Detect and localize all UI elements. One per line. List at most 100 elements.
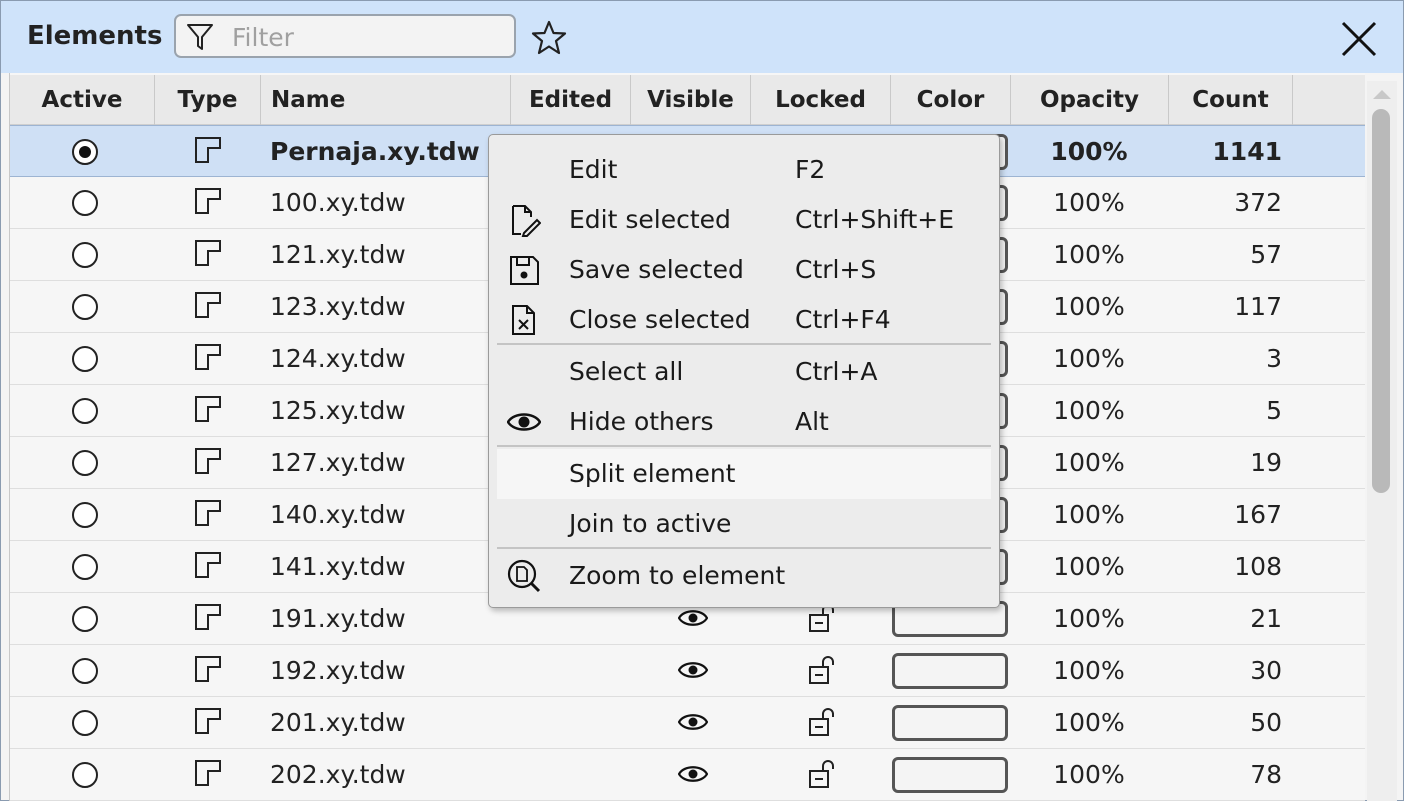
active-radio[interactable] <box>72 658 98 684</box>
scroll-up-arrow-icon[interactable] <box>1371 87 1393 101</box>
menu-item-label: Zoom to element <box>569 561 786 590</box>
opacity-value: 100% <box>1053 396 1125 425</box>
close-document-icon <box>507 303 541 337</box>
menu-item-shortcut: Ctrl+S <box>795 255 877 284</box>
menu-item-close-selected[interactable]: Close selected Ctrl+F4 <box>497 295 991 345</box>
menu-item-shortcut: F2 <box>795 155 826 184</box>
panel-title: Elements <box>27 21 163 51</box>
active-radio[interactable] <box>72 710 98 736</box>
column-header-locked[interactable]: Locked <box>751 75 891 125</box>
element-name: 141.xy.tdw <box>270 552 406 581</box>
element-type-icon <box>194 499 222 527</box>
zoom-document-icon <box>507 559 541 593</box>
opacity-value: 100% <box>1053 552 1125 581</box>
color-swatch[interactable] <box>892 705 1008 741</box>
close-icon[interactable] <box>1339 19 1379 59</box>
count-value: 117 <box>1234 292 1282 321</box>
menu-item-split-element[interactable]: Split element <box>497 449 991 499</box>
menu-item-label: Hide others <box>569 407 714 436</box>
menu-item-label: Split element <box>569 459 736 488</box>
element-type-icon <box>194 291 222 319</box>
opacity-value: 100% <box>1050 137 1128 166</box>
active-radio[interactable] <box>72 139 98 165</box>
element-type-icon <box>194 239 222 267</box>
active-radio[interactable] <box>72 190 98 216</box>
scrollbar-thumb[interactable] <box>1372 109 1390 493</box>
menu-item-shortcut: Ctrl+A <box>795 357 878 386</box>
star-icon[interactable] <box>531 20 567 56</box>
column-header-opacity[interactable]: Opacity <box>1011 75 1169 125</box>
element-name: Pernaja.xy.tdw <box>270 137 480 166</box>
opacity-value: 100% <box>1053 448 1125 477</box>
color-swatch[interactable] <box>892 757 1008 793</box>
element-type-icon <box>194 707 222 735</box>
opacity-value: 100% <box>1053 708 1125 737</box>
menu-item-edit-selected[interactable]: Edit selected Ctrl+Shift+E <box>497 195 991 245</box>
menu-item-label: Close selected <box>569 305 751 334</box>
count-value: 3 <box>1266 344 1282 373</box>
element-name: 121.xy.tdw <box>270 240 406 269</box>
column-header-name[interactable]: Name <box>261 75 511 125</box>
elements-panel: Elements Active Type Name Edited Visible… <box>0 0 1404 801</box>
menu-item-shortcut: Ctrl+F4 <box>795 305 891 334</box>
column-header-count[interactable]: Count <box>1169 75 1293 125</box>
element-name: 202.xy.tdw <box>270 760 406 789</box>
menu-item-shortcut: Ctrl+Shift+E <box>795 205 954 234</box>
count-value: 30 <box>1250 656 1282 685</box>
table-row[interactable]: 192.xy.tdw 100% 30 <box>10 645 1365 697</box>
active-radio[interactable] <box>72 242 98 268</box>
menu-item-select-all[interactable]: Select all Ctrl+A <box>497 347 991 397</box>
color-swatch[interactable] <box>892 653 1008 689</box>
unlocked-icon[interactable] <box>808 707 840 737</box>
opacity-value: 100% <box>1053 240 1125 269</box>
unlocked-icon[interactable] <box>808 759 840 789</box>
filter-input[interactable] <box>232 22 502 52</box>
visible-eye-icon[interactable] <box>677 607 709 629</box>
active-radio[interactable] <box>72 294 98 320</box>
menu-item-label: Edit selected <box>569 205 731 234</box>
element-type-icon <box>194 603 222 631</box>
element-type-icon <box>194 136 222 164</box>
count-value: 167 <box>1234 500 1282 529</box>
column-header-active[interactable]: Active <box>10 75 155 125</box>
menu-item-edit[interactable]: Edit F2 <box>497 145 991 195</box>
unlocked-icon[interactable] <box>808 655 840 685</box>
element-type-icon <box>194 551 222 579</box>
opacity-value: 100% <box>1053 760 1125 789</box>
table-row[interactable]: 202.xy.tdw 100% 78 <box>10 749 1365 801</box>
column-header-color[interactable]: Color <box>891 75 1011 125</box>
visible-eye-icon[interactable] <box>677 763 709 785</box>
count-value: 21 <box>1250 604 1282 633</box>
opacity-value: 100% <box>1053 344 1125 373</box>
active-radio[interactable] <box>72 398 98 424</box>
menu-item-zoom-to-element[interactable]: Zoom to element <box>497 551 991 601</box>
menu-item-save-selected[interactable]: Save selected Ctrl+S <box>497 245 991 295</box>
active-radio[interactable] <box>72 762 98 788</box>
menu-item-join-to-active[interactable]: Join to active <box>497 499 991 549</box>
visible-eye-icon[interactable] <box>677 711 709 733</box>
count-value: 108 <box>1234 552 1282 581</box>
active-radio[interactable] <box>72 450 98 476</box>
menu-item-label: Save selected <box>569 255 744 284</box>
active-radio[interactable] <box>72 502 98 528</box>
menu-item-label: Select all <box>569 357 684 386</box>
element-name: 125.xy.tdw <box>270 396 406 425</box>
filter-icon <box>187 24 213 50</box>
active-radio[interactable] <box>72 606 98 632</box>
table-row[interactable]: 201.xy.tdw 100% 50 <box>10 697 1365 749</box>
filter-box[interactable] <box>174 14 516 58</box>
active-radio[interactable] <box>72 346 98 372</box>
count-value: 5 <box>1266 396 1282 425</box>
column-header-visible[interactable]: Visible <box>631 75 751 125</box>
count-value: 57 <box>1250 240 1282 269</box>
element-name: 191.xy.tdw <box>270 604 406 633</box>
active-radio[interactable] <box>72 554 98 580</box>
element-type-icon <box>194 759 222 787</box>
menu-item-hide-others[interactable]: Hide others Alt <box>497 397 991 447</box>
count-value: 372 <box>1234 188 1282 217</box>
save-icon <box>507 253 541 287</box>
column-header-edited[interactable]: Edited <box>511 75 631 125</box>
visible-eye-icon[interactable] <box>677 659 709 681</box>
column-header-type[interactable]: Type <box>155 75 261 125</box>
element-name: 140.xy.tdw <box>270 500 406 529</box>
